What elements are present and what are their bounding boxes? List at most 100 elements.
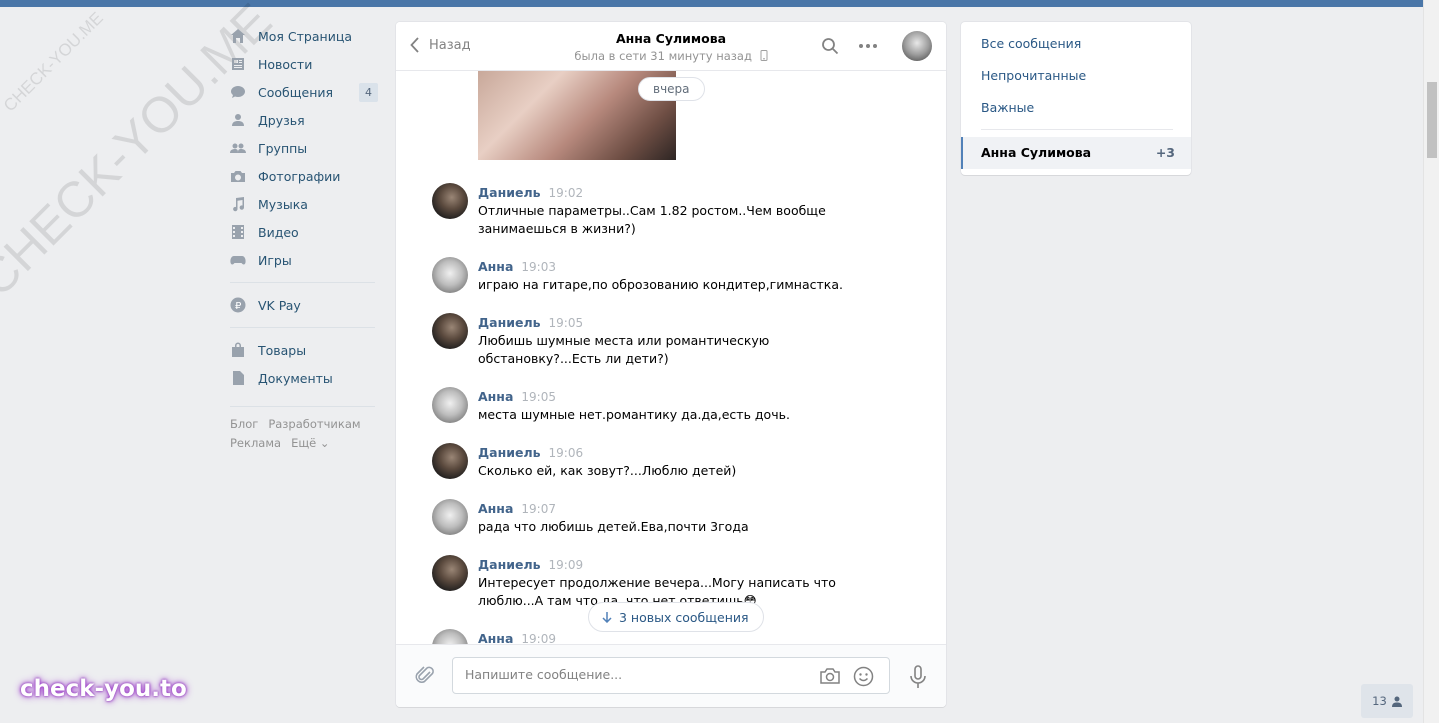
search-icon[interactable]: [821, 37, 839, 55]
message-text: играю на гитаре,по оброзованию кондитер,…: [478, 277, 843, 292]
groups-icon: [230, 143, 246, 153]
active-dialog-item[interactable]: Анна Сулимова +3: [961, 137, 1191, 169]
games-icon: [230, 256, 246, 265]
avatar[interactable]: [432, 443, 468, 479]
nav-label: Видео: [258, 224, 299, 240]
message-text: места шумные нет.романтику да.да,есть до…: [478, 407, 790, 422]
arrow-down-icon: [602, 612, 612, 623]
filter-divider: [981, 129, 1173, 130]
avatar[interactable]: [432, 555, 468, 591]
message-time: 19:09: [548, 558, 584, 572]
nav-label: Игры: [258, 252, 292, 268]
svg-text:₽: ₽: [235, 301, 242, 312]
filter-all-messages[interactable]: Все сообщения: [981, 36, 1081, 51]
top-header-bar: [0, 0, 1423, 7]
nav-goods[interactable]: Товары: [230, 336, 380, 364]
nav-divider: [230, 327, 375, 328]
nav-news[interactable]: Новости: [230, 50, 380, 78]
nav-documents[interactable]: Документы: [230, 364, 380, 392]
attach-icon[interactable]: [414, 664, 436, 686]
home-icon: [231, 29, 245, 43]
message-author[interactable]: Анна 19:05: [478, 389, 556, 404]
message-input-box[interactable]: [452, 657, 890, 694]
emoji-icon[interactable]: [853, 666, 874, 687]
nav-label: Товары: [258, 342, 307, 358]
footer-more-link[interactable]: Ещё ⌄: [291, 436, 329, 450]
message-time: 19:02: [548, 186, 584, 200]
camera-icon: [231, 171, 245, 182]
message-input[interactable]: [465, 667, 805, 682]
filter-important[interactable]: Важные: [981, 100, 1034, 115]
music-icon: [233, 197, 245, 212]
bag-icon: [232, 342, 244, 357]
left-navigation: Моя Страница Новости Сообщения 4 Друзья …: [230, 22, 380, 453]
new-messages-button[interactable]: 3 новых сообщения: [588, 602, 764, 632]
message-author[interactable]: Даниель 19:09: [478, 557, 583, 572]
mobile-icon: [760, 50, 768, 61]
peer-status-text: была в сети 31 минуту назад: [574, 49, 752, 63]
nav-label: Новости: [258, 56, 313, 72]
nav-video[interactable]: Видео: [230, 218, 380, 246]
document-icon: [233, 371, 244, 385]
message-time: 19:06: [548, 446, 584, 460]
nav-label: Фотографии: [258, 168, 341, 184]
scrollbar-thumb[interactable]: [1427, 82, 1437, 158]
dialogs-filter-panel: Все сообщения Непрочитанные Важные Анна …: [961, 22, 1191, 175]
nav-groups[interactable]: Группы: [230, 134, 380, 162]
nav-friends[interactable]: Друзья: [230, 106, 380, 134]
message-time: 19:07: [521, 502, 556, 516]
message-author[interactable]: Анна 19:03: [478, 259, 556, 274]
person-icon: [1391, 696, 1402, 707]
new-messages-label: 3 новых сообщения: [619, 609, 749, 625]
message-text: Любишь шумные места или романтическую об…: [478, 333, 770, 366]
avatar[interactable]: [432, 499, 468, 535]
vkpay-icon: ₽: [230, 297, 246, 313]
footer-developers-link[interactable]: Разработчикам: [268, 417, 360, 431]
message-text: рада что любишь детей.Ева,почти 3года: [478, 519, 749, 534]
page-scrollbar[interactable]: [1423, 0, 1439, 723]
nav-divider: [230, 406, 375, 407]
message-author[interactable]: Даниель 19:02: [478, 185, 583, 200]
avatar[interactable]: [432, 183, 468, 219]
dialog-name: Анна Сулимова: [981, 145, 1092, 160]
footer-blog-link[interactable]: Блог: [230, 417, 258, 431]
nav-label: Моя Страница: [258, 28, 352, 44]
brand-watermark: check-you.to: [20, 676, 187, 702]
nav-games[interactable]: Игры: [230, 246, 380, 274]
avatar[interactable]: [432, 257, 468, 293]
message-time: 19:03: [521, 260, 556, 274]
camera-icon[interactable]: [819, 666, 841, 686]
message-text: Сколько ей, как зовут?...Люблю детей): [478, 463, 737, 478]
peer-avatar[interactable]: [902, 31, 932, 61]
message-author[interactable]: Даниель 19:05: [478, 315, 583, 330]
nav-label: Группы: [258, 140, 308, 156]
avatar[interactable]: [432, 313, 468, 349]
nav-divider: [230, 282, 375, 283]
news-icon: [232, 58, 244, 70]
chat-header: Назад Анна Сулимова была в сети 31 минут…: [396, 22, 946, 71]
nav-my-page[interactable]: Моя Страница: [230, 22, 380, 50]
nav-messages[interactable]: Сообщения 4: [230, 78, 380, 106]
watermark-small: CHECK-YOU.ME: [0, 8, 107, 116]
footer-ads-link[interactable]: Реклама: [230, 436, 281, 450]
nav-footer: Блог Разработчикам Реклама Ещё ⌄: [230, 415, 380, 453]
more-options-icon[interactable]: [858, 37, 878, 55]
nav-label: Музыка: [258, 196, 308, 212]
microphone-icon[interactable]: [908, 665, 928, 689]
message-composer: [396, 644, 946, 707]
friends-icon: [232, 114, 244, 126]
unread-badge: 4: [359, 82, 378, 102]
nav-photos[interactable]: Фотографии: [230, 162, 380, 190]
nav-label: VK Pay: [258, 297, 301, 313]
message-author[interactable]: Даниель 19:06: [478, 445, 583, 460]
nav-vkpay[interactable]: ₽ VK Pay: [230, 291, 380, 319]
message-author[interactable]: Анна 19:07: [478, 501, 556, 516]
nav-music[interactable]: Музыка: [230, 190, 380, 218]
nav-label: Сообщения: [258, 84, 334, 100]
video-icon: [232, 225, 244, 239]
filter-unread[interactable]: Непрочитанные: [981, 68, 1086, 83]
online-friends-button[interactable]: 13: [1361, 684, 1413, 718]
message-text: Отличные параметры..Сам 1.82 ростом..Чем…: [478, 203, 826, 236]
nav-label: Документы: [258, 370, 333, 386]
avatar[interactable]: [432, 387, 468, 423]
